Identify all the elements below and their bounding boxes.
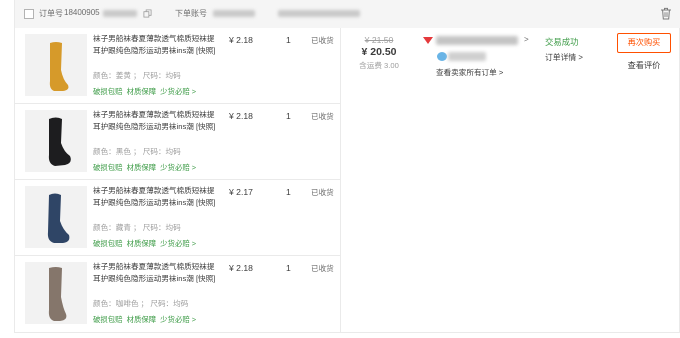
service-tag[interactable]: 少货必赔 > — [160, 87, 196, 96]
item-price: ¥ 2.18 — [229, 35, 253, 45]
sock-image — [47, 193, 70, 243]
service-tag[interactable]: 少货必赔 > — [160, 239, 196, 248]
item-state: 已收货 — [311, 112, 334, 121]
product-spec: 颜色：藏青 ； 尺码：均码 — [93, 223, 181, 232]
buy-again-button[interactable]: 再次购买 — [617, 33, 671, 53]
store-logo-icon — [423, 37, 433, 44]
order-account-label: 下单账号 — [175, 9, 207, 18]
order-item: 袜子男船袜春夏薄款透气棉质短袜提耳护跟纯色隐形运动男袜ins潮 [快照] 颜色：… — [15, 28, 341, 104]
product-spec: 颜色：黑色 ； 尺码：均码 — [93, 147, 181, 156]
service-tag[interactable]: 破损包赔 — [93, 163, 123, 172]
service-tag[interactable]: 少货必赔 > — [160, 315, 196, 324]
product-spec: 颜色：姜黄 ； 尺码：均码 — [93, 71, 181, 80]
product-title-link[interactable]: 袜子男船袜春夏薄款透气棉质短袜提耳护跟纯色隐形运动男袜ins潮 [快照] — [93, 261, 219, 285]
service-tag[interactable]: 材质保障 — [127, 239, 157, 248]
order-account-redacted — [213, 10, 255, 17]
product-title-link[interactable]: 袜子男船袜春夏薄款透气棉质短袜提耳护跟纯色隐形运动男袜ins潮 [快照] — [93, 109, 219, 133]
sock-image — [48, 267, 67, 321]
order-item: 袜子男船袜春夏薄款透气棉质短袜提耳护跟纯色隐形运动男袜ins潮 [快照] 颜色：… — [15, 104, 341, 180]
service-tag[interactable]: 破损包赔 — [93, 239, 123, 248]
order-time-redacted — [278, 10, 360, 17]
order-select-checkbox[interactable] — [24, 9, 34, 19]
item-quantity: 1 — [286, 187, 291, 197]
item-state: 已收货 — [311, 264, 334, 273]
order-items: 袜子男船袜春夏薄款透气棉质短袜提耳护跟纯色隐形运动男袜ins潮 [快照] 颜色：… — [15, 28, 341, 333]
product-thumbnail[interactable] — [25, 34, 87, 96]
item-price: ¥ 2.18 — [229, 111, 253, 121]
freight-note: 含运费 3.00 — [359, 61, 399, 70]
product-thumbnail[interactable] — [25, 262, 87, 324]
order-number-label: 订单号 — [39, 9, 63, 18]
service-tag[interactable]: 少货必赔 > — [160, 163, 196, 172]
order-item: 袜子男船袜春夏薄款透气棉质短袜提耳护跟纯色隐形运动男袜ins潮 [快照] 颜色：… — [15, 180, 341, 256]
order-item: 袜子男船袜春夏薄款透气棉质短袜提耳护跟纯色隐形运动男袜ins潮 [快照] 颜色：… — [15, 256, 341, 332]
item-quantity: 1 — [286, 35, 291, 45]
order-number-redacted — [103, 10, 137, 17]
item-price: ¥ 2.17 — [229, 187, 253, 197]
item-quantity: 1 — [286, 263, 291, 273]
product-thumbnail[interactable] — [25, 110, 87, 172]
service-tag[interactable]: 材质保障 — [127, 163, 157, 172]
service-tags: 破损包赔 材质保障 少货必赔 > — [93, 86, 200, 97]
contact-seller-redacted[interactable] — [448, 52, 486, 61]
order-card: 订单号 18400905 下单账号 袜子男船袜春夏薄款透气棉质短袜提耳护跟纯色隐… — [14, 0, 680, 333]
chevron-right-icon[interactable]: > — [524, 35, 529, 44]
item-state: 已收货 — [311, 36, 334, 45]
order-number: 18400905 — [64, 8, 100, 17]
product-thumbnail[interactable] — [25, 186, 87, 248]
seller-name-redacted[interactable] — [436, 36, 518, 45]
product-spec: 颜色：咖啡色 ； 尺码：均码 — [93, 299, 189, 308]
paid-total: ¥ 20.50 — [361, 46, 397, 58]
trash-icon[interactable] — [660, 7, 672, 20]
service-tag[interactable]: 破损包赔 — [93, 87, 123, 96]
service-tag[interactable]: 破损包赔 — [93, 315, 123, 324]
sock-image — [48, 117, 71, 166]
item-state: 已收货 — [311, 188, 334, 197]
item-price: ¥ 2.18 — [229, 263, 253, 273]
service-tags: 破损包赔 材质保障 少货必赔 > — [93, 238, 200, 249]
status-badge: 交易成功 — [545, 37, 579, 47]
seller-all-orders-link[interactable]: 查看卖家所有订单 > — [436, 67, 503, 78]
chat-icon[interactable] — [437, 52, 447, 61]
original-total: ¥ 21.50 — [364, 35, 394, 45]
product-title-link[interactable]: 袜子男船袜春夏薄款透气棉质短袜提耳护跟纯色隐形运动男袜ins潮 [快照] — [93, 33, 219, 57]
view-review-link[interactable]: 查看评价 — [617, 59, 671, 71]
order-header: 订单号 18400905 下单账号 — [15, 0, 680, 28]
service-tags: 破损包赔 材质保障 少货必赔 > — [93, 162, 200, 173]
service-tags: 破损包赔 材质保障 少货必赔 > — [93, 314, 200, 325]
item-quantity: 1 — [286, 111, 291, 121]
sock-image — [49, 42, 69, 91]
product-title-link[interactable]: 袜子男船袜春夏薄款透气棉质短袜提耳护跟纯色隐形运动男袜ins潮 [快照] — [93, 185, 219, 209]
order-detail-link[interactable]: 订单详情 > — [545, 52, 583, 63]
service-tag[interactable]: 材质保障 — [127, 315, 157, 324]
copy-icon[interactable] — [143, 9, 152, 18]
service-tag[interactable]: 材质保障 — [127, 87, 157, 96]
